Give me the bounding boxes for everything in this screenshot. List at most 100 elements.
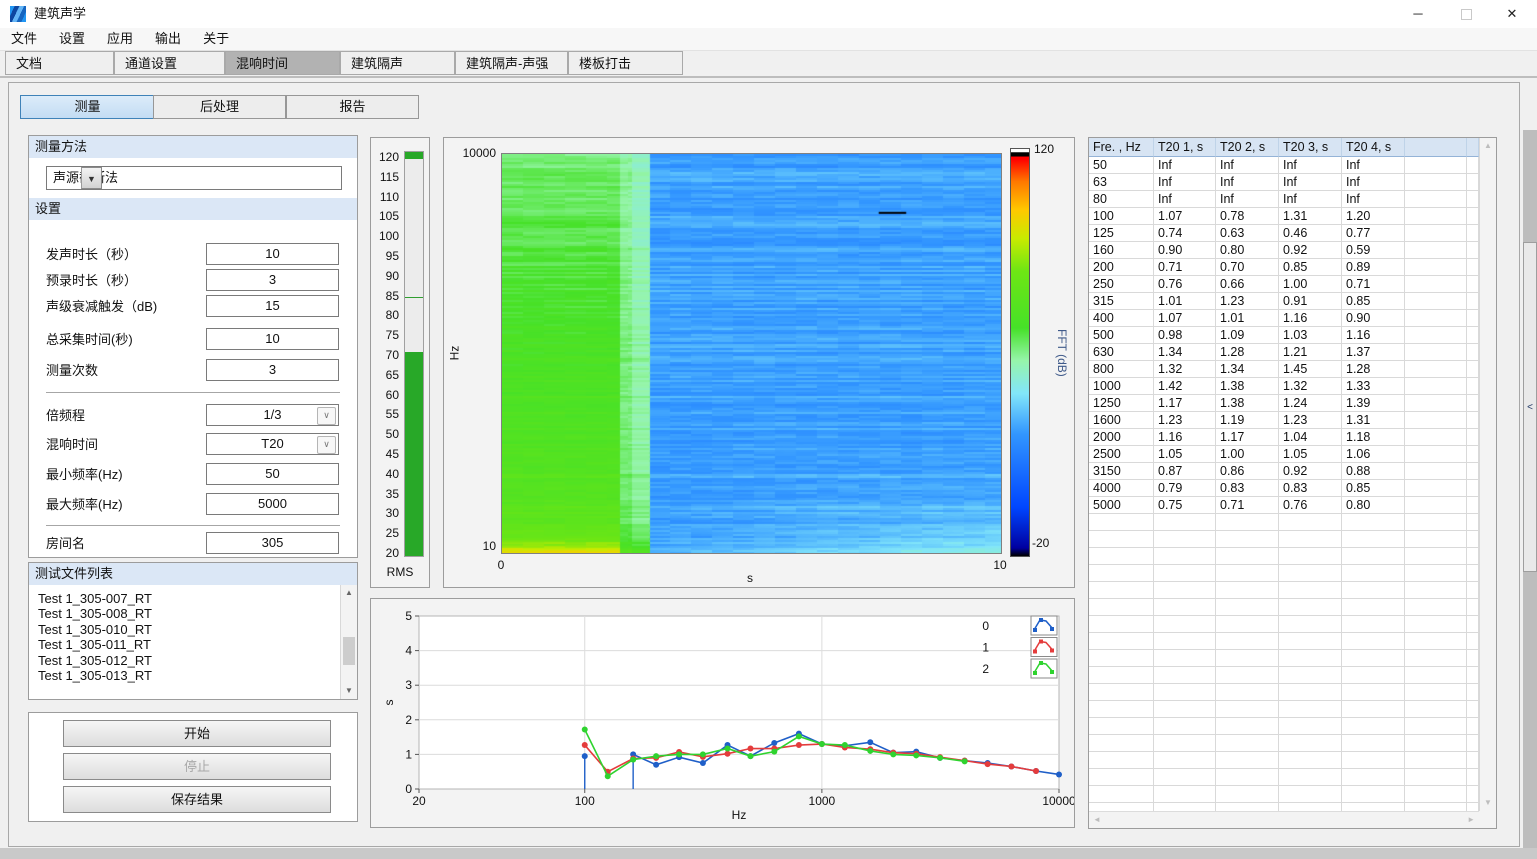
minimize-button[interactable]: ─	[1395, 0, 1441, 28]
table-row[interactable]	[1089, 599, 1479, 616]
tab-楼板打击[interactable]: 楼板打击	[568, 51, 683, 75]
file-listbox[interactable]: ▲ ▼ Test 1_305-007_RTTest 1_305-008_RTTe…	[29, 585, 357, 699]
button-保存结果[interactable]: 保存结果	[63, 786, 331, 813]
table-row[interactable]	[1089, 514, 1479, 531]
spectrogram-canvas[interactable]	[501, 153, 1002, 554]
menu-item[interactable]: 应用	[96, 28, 144, 49]
field-input[interactable]: 15	[206, 295, 339, 317]
table-row[interactable]	[1089, 752, 1479, 769]
table-row[interactable]	[1089, 718, 1479, 735]
list-item[interactable]: Test 1_305-013_RT	[38, 668, 152, 683]
table-row[interactable]: 63InfInfInfInf	[1089, 174, 1479, 191]
scroll-up-icon[interactable]: ▲	[1480, 138, 1496, 154]
table-row[interactable]: 16001.231.191.231.31	[1089, 412, 1479, 429]
field-select[interactable]: T20∨	[206, 433, 339, 455]
table-row[interactable]: 12501.171.381.241.39	[1089, 395, 1479, 412]
list-item[interactable]: Test 1_305-007_RT	[38, 591, 152, 606]
field-input[interactable]: 10	[206, 243, 339, 265]
button-开始[interactable]: 开始	[63, 720, 331, 747]
chevron-down-icon[interactable]: ∨	[317, 407, 336, 425]
chevron-down-icon[interactable]: ▼	[81, 167, 102, 189]
collapse-panel-button[interactable]: <	[1523, 242, 1537, 572]
table-row[interactable]	[1089, 803, 1479, 811]
table-header-cell[interactable]: T20 3, s	[1279, 138, 1342, 157]
field-input[interactable]: 50	[206, 463, 339, 485]
table-row[interactable]: 4001.071.011.160.90	[1089, 310, 1479, 327]
result-table[interactable]: Fre. , HzT20 1, sT20 2, sT20 3, sT20 4, …	[1089, 138, 1479, 811]
table-header-cell[interactable]: T20 2, s	[1216, 138, 1279, 157]
file-list-scrollbar[interactable]: ▲ ▼	[340, 585, 357, 699]
table-header-cell[interactable]: T20 1, s	[1154, 138, 1216, 157]
scroll-down-icon[interactable]: ▼	[1480, 795, 1496, 811]
table-row[interactable]: 5000.981.091.031.16	[1089, 327, 1479, 344]
scroll-left-icon[interactable]: ◄	[1093, 812, 1101, 828]
close-button[interactable]: ✕	[1489, 0, 1535, 28]
field-select[interactable]: 1/3∨	[206, 404, 339, 426]
table-row[interactable]: 1001.070.781.311.20	[1089, 208, 1479, 225]
field-input[interactable]: 3	[206, 269, 339, 291]
table-row[interactable]	[1089, 633, 1479, 650]
legend-icon[interactable]	[1031, 659, 1057, 678]
table-row[interactable]: 1250.740.630.460.77	[1089, 225, 1479, 242]
rt-chart-svg[interactable]: 20100100010000012345Hzs012	[371, 599, 1074, 827]
legend-icon[interactable]	[1031, 638, 1057, 657]
list-item[interactable]: Test 1_305-010_RT	[38, 622, 152, 637]
tab-建筑隔声-声强[interactable]: 建筑隔声-声强	[455, 51, 568, 75]
table-row[interactable]: 10001.421.381.321.33	[1089, 378, 1479, 395]
table-row[interactable]: 3151.011.230.910.85	[1089, 293, 1479, 310]
subtab-后处理[interactable]: 后处理	[153, 95, 286, 119]
table-row[interactable]: 80InfInfInfInf	[1089, 191, 1479, 208]
list-item[interactable]: Test 1_305-008_RT	[38, 606, 152, 621]
table-row[interactable]	[1089, 684, 1479, 701]
tab-建筑隔声[interactable]: 建筑隔声	[340, 51, 455, 75]
list-item[interactable]: Test 1_305-011_RT	[38, 637, 151, 652]
tab-混响时间[interactable]: 混响时间	[225, 51, 340, 75]
table-header-cell[interactable]: Fre. , Hz	[1089, 138, 1154, 157]
table-row[interactable]	[1089, 786, 1479, 803]
table-row[interactable]: 8001.321.341.451.28	[1089, 361, 1479, 378]
list-item[interactable]: Test 1_305-012_RT	[38, 653, 152, 668]
table-row[interactable]: 40000.790.830.830.85	[1089, 480, 1479, 497]
table-row[interactable]: 6301.341.281.211.37	[1089, 344, 1479, 361]
table-row[interactable]	[1089, 650, 1479, 667]
table-hscrollbar[interactable]: ◄ ►	[1089, 811, 1479, 828]
menu-item[interactable]: 输出	[144, 28, 192, 49]
table-row[interactable]	[1089, 616, 1479, 633]
table-row[interactable]: 31500.870.860.920.88	[1089, 463, 1479, 480]
table-row[interactable]	[1089, 735, 1479, 752]
table-row[interactable]	[1089, 565, 1479, 582]
scrollbar-thumb[interactable]	[343, 637, 355, 665]
menu-item[interactable]: 关于	[192, 28, 240, 49]
table-row[interactable]	[1089, 548, 1479, 565]
table-header-cell[interactable]	[1467, 138, 1479, 157]
chevron-down-icon[interactable]: ∨	[317, 436, 336, 454]
legend-icon[interactable]	[1031, 616, 1057, 635]
field-input[interactable]: 5000	[206, 493, 339, 515]
tab-文档[interactable]: 文档	[5, 51, 114, 75]
field-input[interactable]: 305	[206, 532, 339, 554]
table-vscrollbar[interactable]: ▲ ▼	[1479, 138, 1496, 811]
table-row[interactable]	[1089, 582, 1479, 599]
menu-item[interactable]: 设置	[48, 28, 96, 49]
table-row[interactable]: 50000.750.710.760.80	[1089, 497, 1479, 514]
table-row[interactable]: 20001.161.171.041.18	[1089, 429, 1479, 446]
field-input[interactable]: 3	[206, 359, 339, 381]
table-row[interactable]	[1089, 531, 1479, 548]
maximize-button[interactable]	[1443, 0, 1489, 28]
field-input[interactable]: 10	[206, 328, 339, 350]
measurement-method-combobox[interactable]: 声源截断法 ▼	[46, 166, 342, 190]
subtab-报告[interactable]: 报告	[286, 95, 419, 119]
table-header-cell[interactable]	[1405, 138, 1467, 157]
tab-通道设置[interactable]: 通道设置	[114, 51, 225, 75]
subtab-测量[interactable]: 测量	[20, 95, 155, 119]
scroll-up-icon[interactable]: ▲	[341, 585, 357, 601]
table-row[interactable]	[1089, 769, 1479, 786]
table-row[interactable]: 50InfInfInfInf	[1089, 157, 1479, 174]
scroll-down-icon[interactable]: ▼	[341, 683, 357, 699]
table-row[interactable]: 1600.900.800.920.59	[1089, 242, 1479, 259]
table-row[interactable]	[1089, 667, 1479, 684]
table-row[interactable]: 2500.760.661.000.71	[1089, 276, 1479, 293]
table-row[interactable]: 2000.710.700.850.89	[1089, 259, 1479, 276]
menu-item[interactable]: 文件	[0, 28, 48, 49]
table-row[interactable]	[1089, 701, 1479, 718]
